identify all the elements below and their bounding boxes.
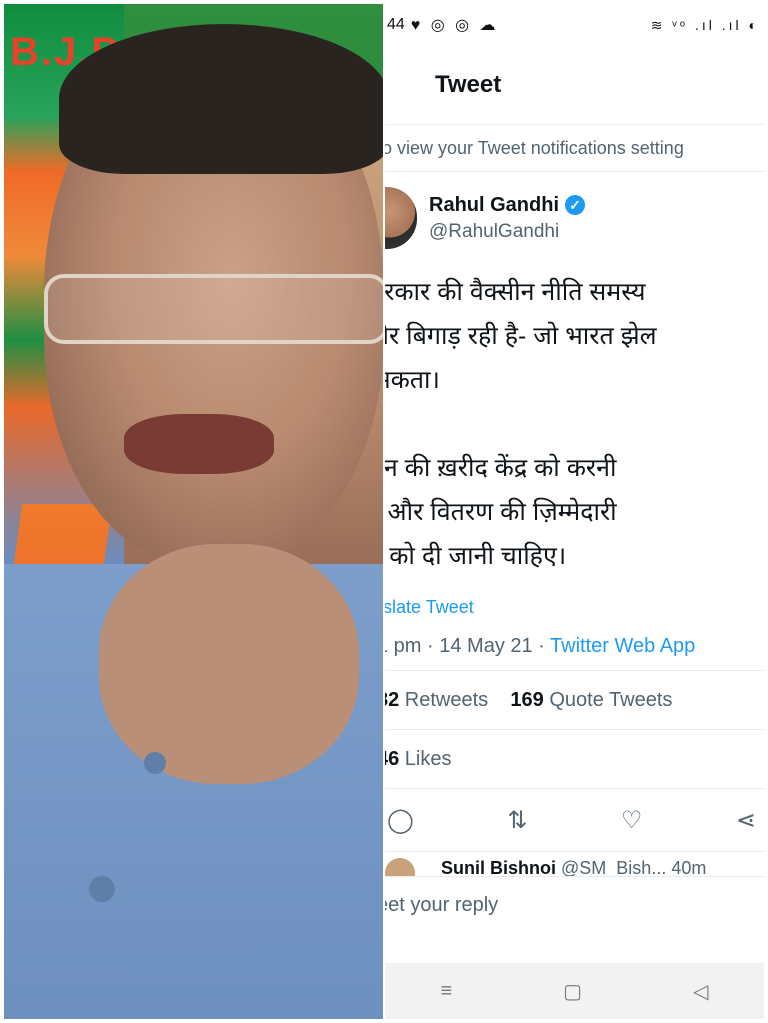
retweets-link[interactable]: 82 Retweets [385,689,488,711]
header: Tweet [385,46,764,125]
reply-author: Sunil Bishnoi [441,858,556,876]
author-name: Rahul Gandhi [429,193,559,216]
shirt-button [144,752,166,774]
avatar[interactable] [385,187,417,249]
tweet-line: द्र सरकार की वैक्सीन नीति समस्य [385,278,646,306]
tweet-timestamp: 1 pm · 14 May 21 · [385,635,551,657]
reply-time: 40m [671,858,707,876]
home-icon[interactable]: ▢ [563,979,582,1004]
author-handle: @RahulGandhi [429,220,560,242]
likes-count: 46 [385,748,400,770]
tweet-actions: ◯ ⇅ ♡ ⋖ [385,789,764,852]
tweet-line: ज्यों को दी जानी चाहिए। [385,542,567,570]
retweets-label: Retweets [399,689,489,711]
retweets-count: 82 [385,689,400,711]
left-photo: B.J.P [4,4,383,1019]
tweet-author[interactable]: Rahul Gandhi ✓ @RahulGandhi [385,172,764,264]
back-icon[interactable]: ◁ [693,979,708,1004]
hair [59,24,383,174]
android-nav-bar: ≡ ▢ ◁ [385,963,764,1019]
like-icon[interactable]: ♡ [621,806,643,835]
page-title: Tweet [435,71,502,98]
tweet-screenshot: 44 ♥ ◎ ◎ ☁ ≋ ᵛᵒ .ıl .ıl ◐ Tweet to view … [385,4,764,1019]
notification-icons: ♥ ◎ ◎ ☁ [410,17,499,34]
shirt-button [89,876,115,902]
tweet-line: हिए और वितरण की ज़िम्मेदारी [385,498,617,526]
reply-icon[interactable]: ◯ [387,806,414,835]
retweet-icon[interactable]: ⇅ [507,806,527,835]
tweet-meta: 1 pm · 14 May 21 · Twitter Web App [385,622,764,671]
system-icons: ≋ ᵛᵒ .ıl .ıl ◐ [650,16,760,33]
likes-link[interactable]: 46 Likes [385,730,764,789]
tweet-line: क्सीन की ख़रीद केंद्र को करनी [385,454,617,482]
reply-item[interactable]: Sunil Bishnoi @SM_Bish... 40m [385,852,764,876]
tweet-source-link[interactable]: Twitter Web App [550,635,695,657]
share-icon[interactable]: ⋖ [736,806,756,835]
tweet-line: हीं सकता। [385,366,440,394]
mouth [124,414,274,474]
hand [99,544,359,784]
notification-setting-banner[interactable]: to view your Tweet notifications setting [385,125,764,172]
avatar [385,858,415,876]
verified-badge-icon: ✓ [565,195,585,215]
tweet-stats: 82 Retweets 169 Quote Tweets [385,671,764,730]
quotes-label: Quote Tweets [543,689,673,711]
tweet-text: द्र सरकार की वैक्सीन नीति समस्य । और बिग… [385,264,764,578]
translate-tweet-link[interactable]: nslate Tweet [385,592,764,622]
reply-handle: @SM_Bish... [561,858,667,876]
glasses [44,274,383,344]
quote-tweets-link[interactable]: 169 Quote Tweets [510,689,672,711]
quotes-count: 169 [510,689,544,711]
status-bar: 44 ♥ ◎ ◎ ☁ ≋ ᵛᵒ .ıl .ıl ◐ [385,4,764,46]
status-time: 44 [387,16,405,33]
reply-input[interactable]: eet your reply [385,876,764,933]
likes-label: Likes [399,748,452,770]
menu-icon[interactable]: ≡ [441,980,453,1003]
tweet-line: । और बिगाड़ रही है- जो भारत झेल [385,322,657,350]
